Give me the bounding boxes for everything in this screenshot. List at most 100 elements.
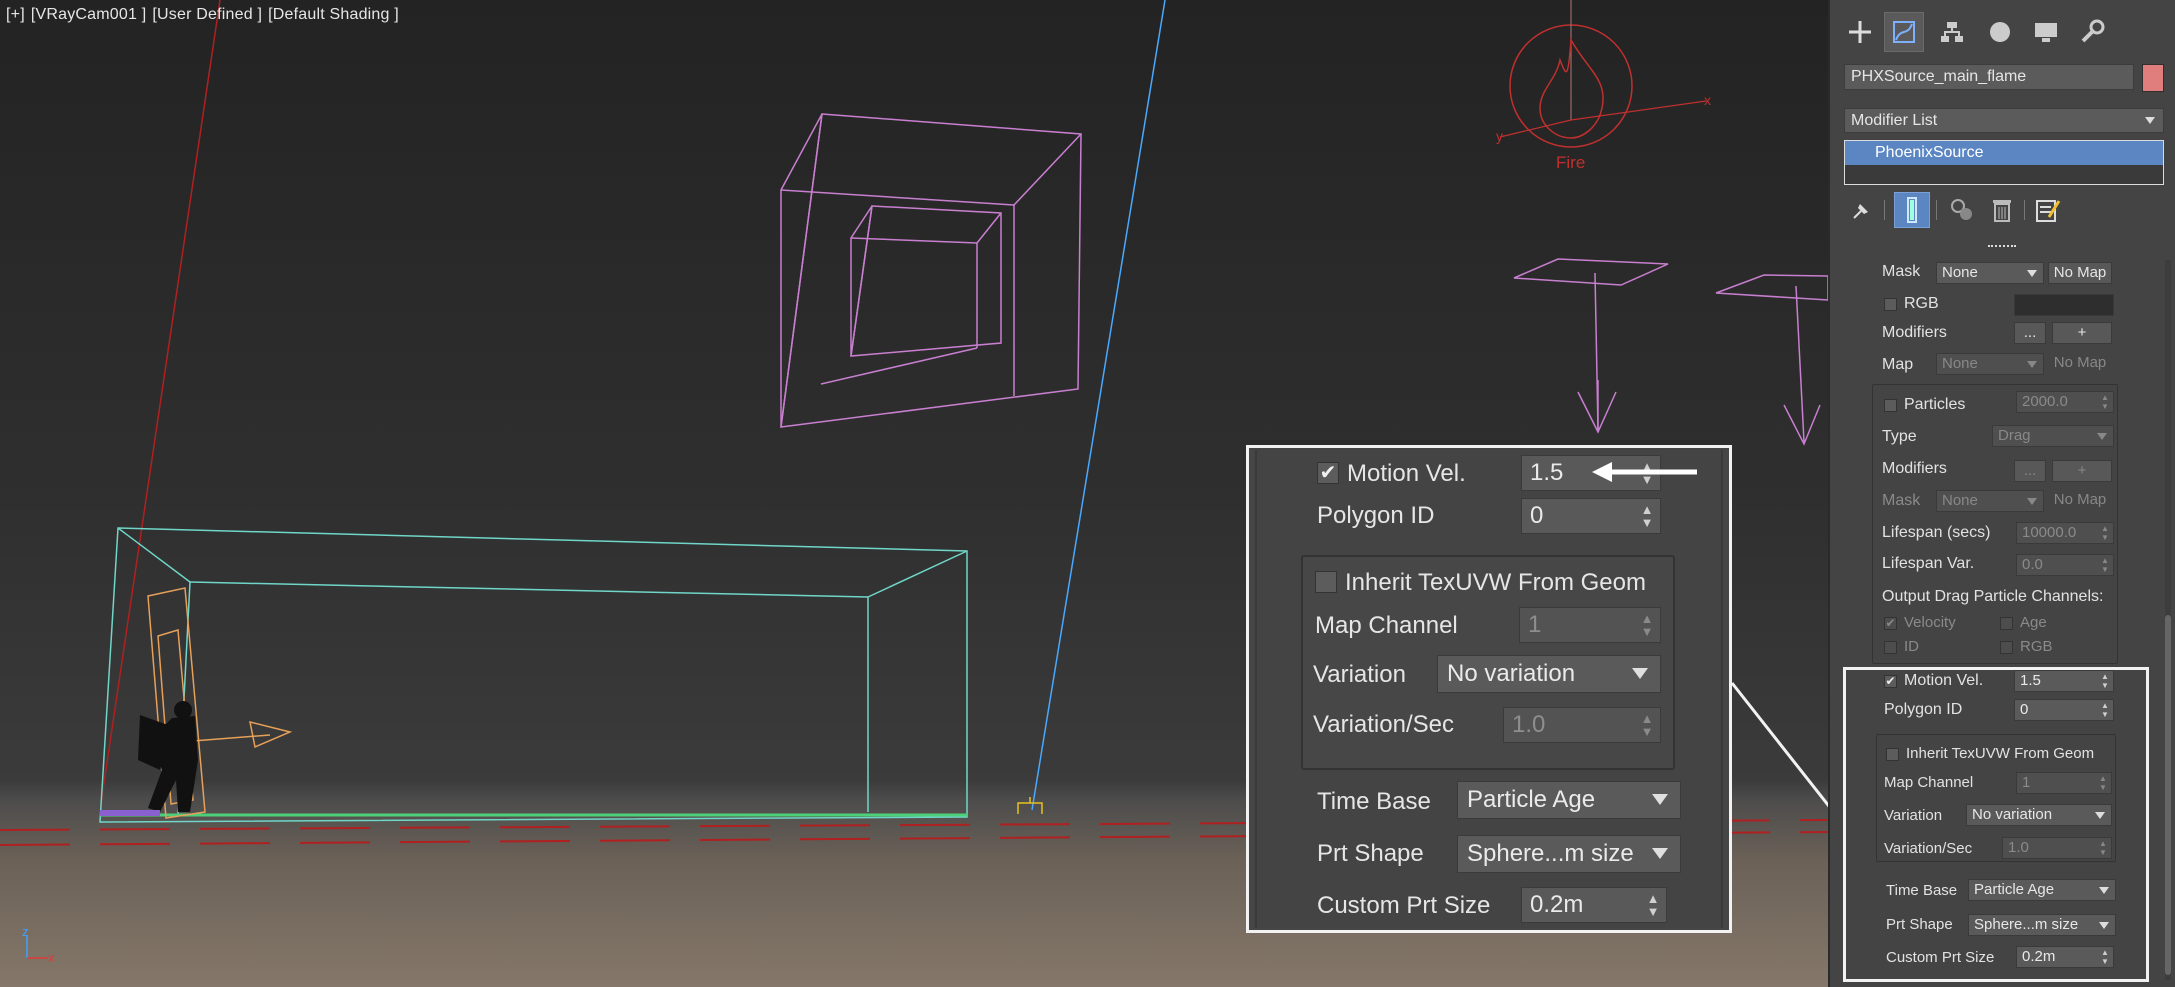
spinner-arrows-icon[interactable]: ▲ ▼ [2100, 524, 2110, 542]
viewport-shading-label[interactable]: [Default Shading ] [268, 6, 399, 23]
variation-sec-spinner[interactable]: 1.0 ▲ ▼ [2002, 837, 2112, 859]
cyan-wire-box[interactable] [99, 527, 968, 823]
zoom-motion-vel-checkbox[interactable]: ✔ [1317, 462, 1339, 484]
make-unique-button[interactable] [1944, 192, 1980, 228]
rollout-resize-grip[interactable] [1988, 245, 2016, 253]
motion-vel-checkbox[interactable]: ✔ [1884, 675, 1897, 688]
zoom-time-base-dropdown[interactable]: Particle Age [1457, 781, 1681, 819]
dropdown-arrow-icon [2095, 812, 2105, 819]
prt-shape-dropdown[interactable]: Sphere...m size [1968, 914, 2116, 936]
rgb-channel-checkbox[interactable] [2000, 641, 2013, 654]
zoom-inherit-texuvw-checkbox[interactable] [1315, 571, 1337, 593]
age-checkbox[interactable] [2000, 617, 2013, 630]
configure-sets-button[interactable] [2030, 192, 2066, 228]
modifier-list-dropdown[interactable]: Modifier List [1844, 108, 2164, 133]
spinner-arrows-icon[interactable]: ▲ ▼ [2100, 556, 2110, 574]
wind-emitter-1[interactable] [1513, 258, 1669, 434]
variation-sec-value: 1.0 [2008, 839, 2029, 856]
panel-scrollbar[interactable] [2165, 260, 2171, 980]
spinner-arrows-icon[interactable]: ▲ ▼ [1640, 503, 1654, 529]
spinner-arrows-icon[interactable]: ▲ ▼ [1646, 892, 1660, 918]
spinner-arrows-icon[interactable]: ▲ ▼ [2100, 701, 2110, 719]
rgb-color-swatch[interactable] [2014, 294, 2114, 316]
zoom-callout: ✔ Motion Vel. 1.5 ▲ ▼ Polygon ID 0 ▲ ▼ Inher… [1246, 445, 1732, 933]
variation-sec-label: Variation/Sec [1884, 840, 1973, 857]
modifier-stack[interactable]: PhoenixSource [1844, 140, 2164, 185]
zoom-prt-shape-dropdown[interactable]: Sphere...m size [1457, 835, 1681, 873]
stack-item-phoenixsource[interactable]: PhoenixSource [1845, 141, 2163, 165]
mask-map-button[interactable]: No Map [2048, 262, 2112, 284]
particles-checkbox[interactable] [1884, 399, 1897, 412]
modifiers2-add-button[interactable]: + [2052, 460, 2112, 482]
viewport-menu-plus[interactable]: [+] [6, 6, 25, 23]
dropdown-arrow-icon [1652, 794, 1668, 805]
wind-emitter-2[interactable] [1715, 274, 1828, 446]
polygon-id-value: 0 [2020, 701, 2029, 718]
mask2-map-button[interactable]: No Map [2048, 490, 2112, 512]
lifespan-spinner[interactable]: 10000.0 ▲ ▼ [2016, 522, 2114, 544]
custom-prt-size-spinner[interactable]: 0.2m ▲ ▼ [2016, 946, 2114, 968]
gizmo-x-label: x [1704, 92, 1711, 108]
zoom-map-channel-spinner[interactable]: 1 ▲ ▼ [1519, 607, 1661, 643]
viewport-point-of-view-label[interactable]: [User Defined ] [152, 6, 262, 23]
spinner-arrows-icon[interactable]: ▲ ▼ [1640, 712, 1654, 738]
modifiers-add-button[interactable]: + [2052, 322, 2112, 344]
mask-dropdown[interactable]: None [1936, 262, 2044, 284]
show-end-result-button[interactable] [1894, 192, 1930, 228]
viewport-camera-label[interactable]: [VRayCam001 ] [31, 6, 147, 23]
zoom-custom-prt-size-spinner[interactable]: 0.2m ▲ ▼ [1521, 887, 1667, 923]
utilities-tab[interactable] [2072, 12, 2112, 52]
target-marker[interactable] [1017, 797, 1043, 814]
map-map-button[interactable]: No Map [2048, 353, 2112, 375]
spinner-arrows-icon[interactable]: ▲ ▼ [2098, 839, 2108, 857]
object-name-field[interactable]: PHXSource_main_flame [1844, 64, 2134, 90]
mask-label: Mask [1882, 263, 1921, 280]
pin-stack-button[interactable] [1844, 192, 1880, 228]
mask2-dropdown[interactable]: None [1936, 490, 2044, 512]
motion-vel-spinner[interactable]: 1.5 ▲ ▼ [2014, 670, 2114, 692]
fire-source-helper[interactable] [1499, 0, 1707, 148]
character-silhouette[interactable] [138, 701, 198, 812]
zoom-polygon-id-spinner[interactable]: 0 ▲ ▼ [1521, 498, 1661, 534]
map-dropdown[interactable]: None [1936, 353, 2044, 375]
display-tab[interactable] [2026, 12, 2066, 52]
viewport[interactable]: [+] [VRayCam001 ] [User Defined ] [Default … [0, 0, 1828, 987]
spinner-arrows-icon[interactable]: ▲ ▼ [2100, 672, 2110, 690]
motion-tab[interactable] [1980, 12, 2020, 52]
mask2-label: Mask [1882, 492, 1921, 509]
pink-wire-box[interactable] [780, 113, 1082, 428]
polygon-id-spinner[interactable]: 0 ▲ ▼ [2014, 699, 2114, 721]
map-channel-value: 1 [2022, 774, 2031, 791]
stack-toolbar [1844, 192, 2164, 232]
zoom-variation-sec-spinner[interactable]: 1.0 ▲ ▼ [1503, 707, 1661, 743]
variation-dropdown[interactable]: No variation [1966, 804, 2112, 826]
spinner-arrows-icon[interactable]: ▲ ▼ [2100, 393, 2110, 411]
rgb-channel-label: RGB [2020, 638, 2053, 655]
object-color-swatch[interactable] [2142, 64, 2164, 92]
lifespan-var-label: Lifespan Var. [1882, 555, 1975, 572]
rgb-checkbox[interactable] [1884, 298, 1897, 311]
inherit-texuvw-checkbox[interactable] [1886, 748, 1899, 761]
id-checkbox[interactable] [1884, 641, 1897, 654]
command-panel-tabs [1840, 12, 2170, 54]
spinner-arrows-icon[interactable]: ▲ ▼ [2098, 774, 2108, 792]
zoom-custom-prt-size-value: 0.2m [1530, 891, 1584, 918]
modify-tab[interactable] [1884, 12, 1924, 52]
map-channel-spinner[interactable]: 1 ▲ ▼ [2016, 772, 2112, 794]
time-base-dropdown[interactable]: Particle Age [1968, 879, 2116, 901]
spinner-arrows-icon[interactable]: ▲ ▼ [1640, 612, 1654, 638]
lifespan-var-spinner[interactable]: 0.0 ▲ ▼ [2016, 554, 2114, 576]
remove-modifier-button[interactable] [1984, 192, 2020, 228]
modifiers-browse-button[interactable]: ... [2014, 322, 2046, 344]
type-dropdown[interactable]: Drag [1992, 425, 2114, 447]
zoom-variation-dropdown[interactable]: No variation [1437, 655, 1661, 693]
modifiers2-browse-button[interactable]: ... [2014, 460, 2046, 482]
map-label: Map [1882, 356, 1914, 373]
dropdown-arrow-icon [2027, 270, 2037, 277]
create-tab[interactable] [1840, 12, 1880, 52]
spinner-arrows-icon[interactable]: ▲ ▼ [2100, 948, 2110, 966]
velocity-checkbox[interactable]: ✔ [1884, 617, 1897, 630]
scrollbar-thumb[interactable] [2165, 615, 2171, 975]
hierarchy-tab[interactable] [1932, 12, 1972, 52]
particles-spinner[interactable]: 2000.0 ▲ ▼ [2016, 391, 2114, 413]
